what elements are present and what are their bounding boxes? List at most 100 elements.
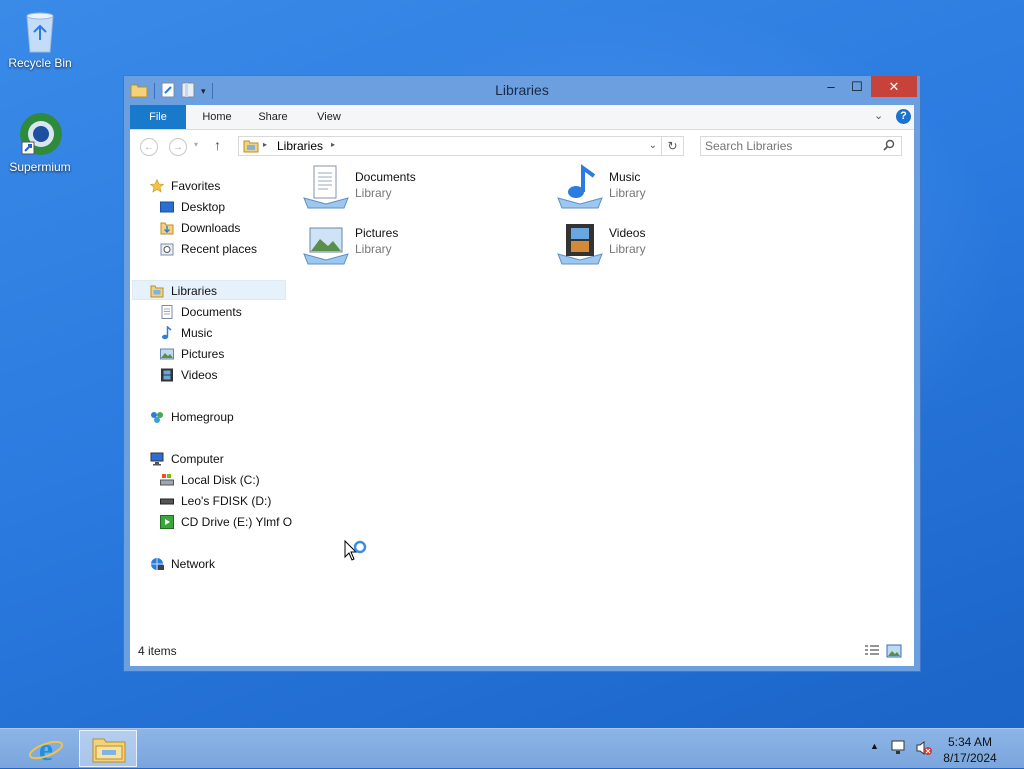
nav-label: Leo's FDISK (D:) xyxy=(181,494,272,508)
nav-label: Pictures xyxy=(181,347,225,361)
tab-view[interactable]: View xyxy=(304,105,354,129)
downloads-icon xyxy=(160,221,174,235)
computer-icon xyxy=(150,452,164,466)
ribbon: File Home Share View ⌄ ? xyxy=(130,105,914,130)
libraries-folder-icon xyxy=(243,139,259,156)
taskbar-file-explorer-button[interactable] xyxy=(79,730,137,767)
clock[interactable]: 5:34 AM 8/17/2024 xyxy=(940,734,1000,766)
status-item-count: 4 items xyxy=(138,644,177,658)
desktop-icon xyxy=(160,200,174,214)
window-title: Libraries xyxy=(495,82,549,98)
pictures-library-icon xyxy=(302,220,350,266)
breadcrumb-libraries[interactable]: Libraries xyxy=(277,139,323,153)
supermium-browser-icon xyxy=(16,110,64,158)
nav-label: Libraries xyxy=(171,284,218,298)
back-button[interactable]: ← xyxy=(140,138,158,156)
file-explorer-icon xyxy=(92,735,126,766)
explorer-window: ▾ Libraries – ☐ ✕ File Home Share View ⌄… xyxy=(123,75,921,672)
navigation-pane: Favorites Desktop Downloads Recent place… xyxy=(130,162,293,632)
details-view-icon[interactable] xyxy=(864,644,880,661)
content-area: Favorites Desktop Downloads Recent place… xyxy=(130,162,914,666)
forward-button[interactable]: → xyxy=(169,138,187,156)
address-bar[interactable]: ▸ Libraries ▸ ⌄ xyxy=(238,136,662,156)
music-library-icon xyxy=(556,164,604,210)
up-button[interactable]: ↑ xyxy=(214,137,221,153)
busy-cursor-icon xyxy=(344,539,368,569)
address-dropdown-chevron-icon[interactable]: ⌄ xyxy=(649,140,657,151)
tab-file[interactable]: File xyxy=(130,105,186,129)
star-icon xyxy=(149,178,165,193)
help-icon[interactable]: ? xyxy=(896,109,911,124)
documents-library-icon xyxy=(302,164,350,210)
clock-date: 8/17/2024 xyxy=(943,751,997,765)
library-type: Library xyxy=(355,242,392,256)
homegroup-icon xyxy=(150,410,164,424)
volume-muted-icon[interactable] xyxy=(915,739,933,760)
library-tile-documents-main[interactable]: Documents Library xyxy=(302,162,542,212)
nav-label: Favorites xyxy=(171,179,221,193)
nav-label: Videos xyxy=(181,368,218,382)
library-type: Library xyxy=(355,186,392,200)
search-input[interactable] xyxy=(705,138,875,154)
recycle-bin-icon xyxy=(16,6,64,54)
arrow-right-icon: → xyxy=(173,141,183,153)
expand-ribbon-chevron-icon[interactable]: ⌄ xyxy=(874,109,883,122)
nav-label: Desktop xyxy=(181,200,226,214)
search-box[interactable] xyxy=(700,136,902,156)
library-name: Music xyxy=(609,170,641,184)
close-button[interactable]: ✕ xyxy=(871,76,917,97)
library-type: Library xyxy=(609,242,646,256)
taskbar: e ▲ 5:34 AM 8/17/2024 xyxy=(0,728,1024,768)
libraries-folder-icon xyxy=(150,284,164,298)
tab-home[interactable]: Home xyxy=(192,105,242,129)
nav-label: Homegroup xyxy=(171,410,234,424)
library-tile-videos[interactable]: Videos Library xyxy=(556,218,796,268)
picture-icon xyxy=(160,347,174,361)
clock-time: 5:34 AM xyxy=(947,735,993,749)
videos-library-icon xyxy=(556,220,604,266)
recent-locations-chevron-icon[interactable]: ▾ xyxy=(194,140,198,149)
large-icons-view-icon[interactable] xyxy=(886,644,902,661)
library-name: Pictures xyxy=(355,226,399,240)
document-icon xyxy=(160,305,174,319)
nav-label: Downloads xyxy=(181,221,241,235)
breadcrumb-separator-icon[interactable]: ▸ xyxy=(331,140,335,149)
refresh-button[interactable]: ↻ xyxy=(662,136,684,156)
title-bar[interactable]: ▾ Libraries – ☐ ✕ xyxy=(124,76,920,105)
network-icon xyxy=(150,557,164,571)
arrow-up-icon: ↑ xyxy=(214,137,221,153)
refresh-icon: ↻ xyxy=(667,139,678,153)
library-tile-pictures[interactable]: Pictures Library xyxy=(302,218,542,268)
nav-label: Network xyxy=(171,557,216,571)
maximize-button[interactable]: ☐ xyxy=(840,76,874,97)
library-tile-music[interactable]: Music Library xyxy=(556,162,796,212)
breadcrumb-separator-icon[interactable]: ▸ xyxy=(263,140,267,149)
nav-label: CD Drive (E:) Ylmf O xyxy=(181,515,293,529)
network-status-icon[interactable] xyxy=(890,739,908,760)
arrow-left-icon: ← xyxy=(144,141,154,153)
desktop-icon-label: Recycle Bin xyxy=(8,56,72,70)
nav-label: Recent places xyxy=(181,242,258,256)
tab-share[interactable]: Share xyxy=(248,105,298,129)
hard-drive-icon xyxy=(160,473,174,487)
recent-places-icon xyxy=(160,242,174,256)
cd-drive-icon xyxy=(160,515,174,529)
library-name: Videos xyxy=(609,226,646,240)
nav-label: Computer xyxy=(171,452,224,466)
nav-label: Local Disk (C:) xyxy=(181,473,260,487)
nav-label: Music xyxy=(181,326,213,340)
show-hidden-icons-chevron-icon[interactable]: ▲ xyxy=(870,741,879,751)
music-note-icon xyxy=(160,325,174,340)
desktop-icon-label: Supermium xyxy=(9,160,71,174)
address-row: ← → ▾ ↑ ▸ Libraries ▸ ⌄ ↻ xyxy=(130,130,914,162)
desktop: Recycle Bin Supermium ▾ Libraries – ☐ ✕ … xyxy=(0,0,1024,728)
search-icon[interactable] xyxy=(883,139,895,154)
library-name: Documents xyxy=(355,170,416,184)
desktop-icon-supermium[interactable]: Supermium xyxy=(0,110,80,174)
desktop-icon-recycle-bin[interactable]: Recycle Bin xyxy=(0,6,80,70)
internet-explorer-icon[interactable]: e xyxy=(26,731,66,767)
svg-text:e: e xyxy=(39,732,53,766)
nav-label: Documents xyxy=(181,305,242,319)
removable-drive-icon xyxy=(160,494,174,508)
film-strip-icon xyxy=(160,368,174,382)
